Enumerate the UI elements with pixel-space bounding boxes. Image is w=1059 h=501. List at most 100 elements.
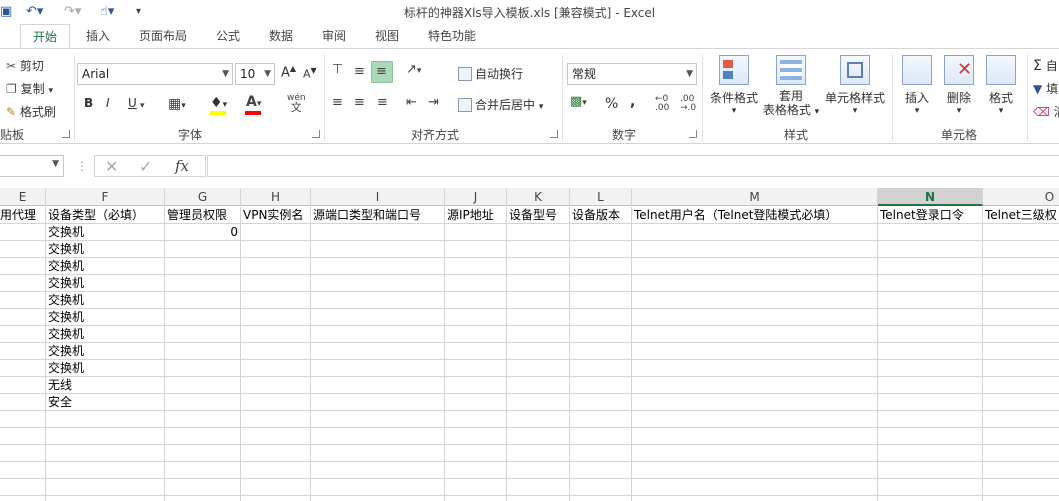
tab-review[interactable]: 审阅: [312, 24, 356, 49]
formula-bar: ▼ ⋮ ✕ ✓ fx: [0, 145, 1059, 187]
fill-button[interactable]: ▼ 填: [1033, 80, 1058, 97]
percent-button[interactable]: %: [605, 96, 618, 112]
tab-special[interactable]: 特色功能: [420, 24, 484, 49]
admin-permission-cell[interactable]: 0: [167, 224, 238, 240]
number-format-combo[interactable]: 常规 ▼: [567, 63, 697, 85]
tab-home[interactable]: 开始: [20, 24, 70, 49]
align-left-icon[interactable]: ≡: [332, 96, 343, 110]
column-header-l[interactable]: L: [570, 188, 632, 206]
align-center-icon[interactable]: ≡: [354, 96, 365, 110]
column-header-k[interactable]: K: [507, 188, 570, 206]
insert-function-icon[interactable]: fx: [175, 157, 189, 175]
align-bottom-button[interactable]: ≡: [371, 61, 393, 83]
tab-page-layout[interactable]: 页面布局: [130, 24, 196, 49]
header-cell-f[interactable]: 设备类型（必填）: [48, 207, 163, 223]
device-type-cell[interactable]: 交换机: [48, 275, 163, 291]
device-type-cell[interactable]: 交换机: [48, 343, 163, 359]
device-type-cell[interactable]: 交换机: [48, 258, 163, 274]
gridline: [45, 207, 46, 501]
orientation-icon[interactable]: ↗▾: [406, 63, 421, 78]
shrink-font-button[interactable]: A▼: [303, 66, 317, 81]
number-launcher-icon[interactable]: [689, 130, 697, 138]
header-cell-m[interactable]: Telnet用户名（Telnet登陆模式必填）: [634, 207, 876, 223]
header-cell-g[interactable]: 管理员权限: [167, 207, 239, 223]
column-header-j[interactable]: J: [445, 188, 507, 206]
column-header-m[interactable]: M: [632, 188, 878, 206]
tab-insert[interactable]: 插入: [76, 24, 120, 49]
header-cell-n[interactable]: Telnet登录口令: [880, 207, 981, 223]
device-type-cell[interactable]: 交换机: [48, 309, 163, 325]
font-size-combo[interactable]: 10 ▼: [235, 63, 275, 85]
formula-bar-resize-handle[interactable]: ⋮: [76, 159, 88, 173]
gridline: [240, 207, 241, 501]
border-icon[interactable]: ▦▾: [168, 97, 186, 113]
align-middle-icon[interactable]: ≡: [354, 65, 365, 79]
font-name-combo[interactable]: Arial ▼: [77, 63, 233, 85]
device-type-cell[interactable]: 交换机: [48, 292, 163, 308]
grow-font-button[interactable]: A▲: [281, 64, 296, 80]
header-cell-h[interactable]: VPN实例名: [243, 207, 309, 223]
fill-color-icon[interactable]: ♦▾: [210, 96, 227, 112]
alignment-launcher-icon[interactable]: [550, 130, 558, 138]
clipboard-launcher-icon[interactable]: [62, 130, 70, 138]
header-cell-j[interactable]: 源IP地址: [447, 207, 505, 223]
currency-icon[interactable]: ▩▾: [570, 95, 587, 110]
align-right-icon[interactable]: ≡: [377, 96, 388, 110]
wrap-text-button[interactable]: 自动换行: [458, 65, 523, 82]
format-painter-button[interactable]: ✎ 格式刷: [6, 103, 56, 120]
column-header-n[interactable]: N: [878, 188, 983, 206]
increase-indent-icon[interactable]: ⇥: [428, 96, 439, 110]
cell-area[interactable]: 用代理 设备类型（必填） 管理员权限 VPN实例名 源端口类型和端口号 源IP地…: [0, 207, 1059, 501]
underline-button[interactable]: U: [128, 96, 137, 110]
insert-cells-button[interactable]: 插入 ▾: [897, 55, 937, 116]
device-type-cell[interactable]: 无线: [48, 377, 163, 393]
group-divider: [1027, 55, 1028, 141]
header-cell-k[interactable]: 设备型号: [509, 207, 568, 223]
delete-cells-button[interactable]: ✕ 删除 ▾: [939, 55, 979, 116]
device-type-cell[interactable]: 安全: [48, 394, 163, 410]
delete-cells-icon: ✕: [944, 55, 974, 85]
font-color-icon[interactable]: A▾: [246, 95, 261, 111]
header-cell-i[interactable]: 源端口类型和端口号: [313, 207, 443, 223]
header-cell-o[interactable]: Telnet三级权: [985, 207, 1059, 223]
tab-view[interactable]: 视图: [365, 24, 409, 49]
conditional-formatting-button[interactable]: 条件格式 ▾: [706, 55, 762, 116]
copy-button[interactable]: ❐ 复制 ▾: [6, 80, 53, 97]
device-type-cell[interactable]: 交换机: [48, 326, 163, 342]
name-box[interactable]: ▼: [0, 155, 64, 177]
header-cell-e[interactable]: 用代理: [0, 207, 44, 223]
format-cells-button[interactable]: 格式 ▾: [981, 55, 1021, 116]
bold-button[interactable]: B: [84, 96, 93, 110]
cancel-icon[interactable]: ✕: [105, 157, 118, 176]
confirm-icon[interactable]: ✓: [139, 157, 152, 176]
tab-formulas[interactable]: 公式: [206, 24, 250, 49]
device-type-cell[interactable]: 交换机: [48, 224, 163, 240]
italic-button[interactable]: I: [106, 96, 110, 110]
align-top-icon[interactable]: ⊤: [332, 63, 343, 77]
tab-data[interactable]: 数据: [259, 24, 303, 49]
chevron-down-icon[interactable]: ▾: [140, 99, 145, 113]
decrease-decimal-icon[interactable]: .00 →.0: [680, 95, 696, 113]
header-cell-l[interactable]: 设备版本: [572, 207, 630, 223]
column-header-i[interactable]: I: [311, 188, 445, 206]
format-as-table-button[interactable]: 套用 表格格式 ▾: [762, 55, 820, 119]
device-type-cell[interactable]: 交换机: [48, 241, 163, 257]
device-type-cell[interactable]: 交换机: [48, 360, 163, 376]
cut-button[interactable]: ✂ 剪切: [6, 57, 44, 74]
increase-decimal-icon[interactable]: ←0.00: [655, 95, 669, 113]
phonetic-icon[interactable]: wén 文: [287, 93, 306, 114]
comma-button[interactable]: ,: [630, 94, 635, 110]
column-header-g[interactable]: G: [165, 188, 241, 206]
autosum-button[interactable]: Σ 自: [1033, 57, 1058, 74]
formula-input[interactable]: [207, 155, 1059, 177]
column-header-e[interactable]: E: [0, 188, 46, 206]
font-launcher-icon[interactable]: [312, 130, 320, 138]
column-header-o[interactable]: O: [983, 188, 1059, 206]
column-header-h[interactable]: H: [241, 188, 311, 206]
chevron-down-icon: ▼: [222, 69, 229, 79]
merge-center-button[interactable]: 合并后居中 ▾: [458, 96, 543, 113]
cell-styles-button[interactable]: 单元格样式 ▾: [822, 55, 888, 116]
clear-button[interactable]: ⌫ 清: [1033, 103, 1059, 120]
decrease-indent-icon[interactable]: ⇤: [406, 96, 417, 110]
column-header-f[interactable]: F: [46, 188, 165, 206]
